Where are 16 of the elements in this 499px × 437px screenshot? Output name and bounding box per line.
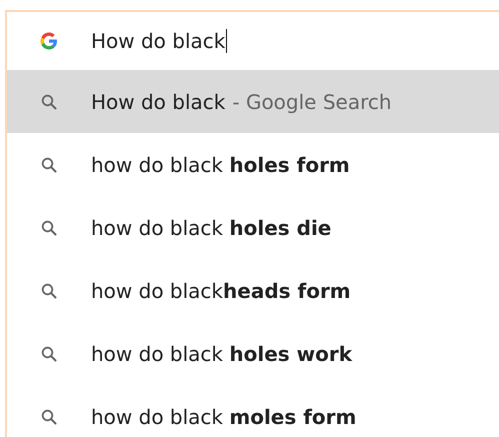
suggestion-hint: - Google Search	[232, 90, 392, 114]
suggestion-text: how do black holes work	[91, 342, 352, 366]
search-icon	[41, 220, 57, 236]
address-input[interactable]: How do black	[91, 29, 228, 53]
suggestion-text: how do black holes form	[91, 152, 350, 176]
search-icon	[41, 94, 57, 110]
suggestion-row[interactable]: How do black - Google Search	[7, 70, 499, 133]
search-icon	[41, 346, 57, 362]
search-icon	[41, 282, 57, 298]
suggestion-text: how do blackheads form	[91, 278, 351, 302]
suggestion-text: How do black	[91, 90, 226, 114]
suggestion-text: how do black holes die	[91, 216, 332, 240]
search-icon	[41, 408, 57, 424]
suggestion-text: how do black moles form	[91, 404, 356, 428]
search-icon	[41, 156, 57, 172]
google-g-icon	[40, 32, 58, 50]
